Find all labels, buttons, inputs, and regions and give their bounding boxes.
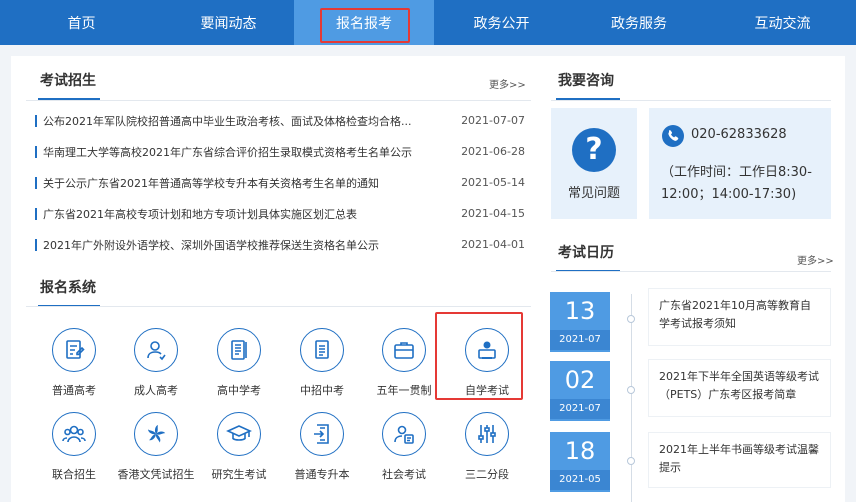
timeline-line xyxy=(631,294,632,502)
service-three-two[interactable]: 三二分段 xyxy=(446,412,528,482)
news-title[interactable]: 华南理工大学等高校2021年广东省综合评价招生录取模式资格考生名单公示 xyxy=(43,144,443,160)
service-social-exam[interactable]: 社会考试 xyxy=(363,412,445,482)
left-panel: 考试招生 更多>> 公布2021年军队院校招普通高中毕业生政治考核、面试及体格检… xyxy=(11,56,541,502)
news-title[interactable]: 公布2021年军队院校招普通高中毕业生政治考核、面试及体格检查均合格... xyxy=(43,113,443,129)
service-general-exam[interactable]: 普通高考 xyxy=(33,328,115,398)
service-five-year[interactable]: 五年一贯制 xyxy=(363,328,445,398)
phone-number: 020-62833628 xyxy=(691,127,787,142)
news-item[interactable]: 华南理工大学等高校2021年广东省综合评价招生录取模式资格考生名单公示 2021-… xyxy=(35,142,525,162)
nav-item-news[interactable]: 要闻动态 xyxy=(163,0,294,45)
upgrade-doc-icon xyxy=(300,412,344,456)
nav-item-registration[interactable]: 报名报考 xyxy=(294,0,434,45)
service-upgrade-bachelor[interactable]: 普通专升本 xyxy=(281,412,363,482)
timeline-dot xyxy=(627,315,635,323)
service-label: 普通高考 xyxy=(52,384,96,397)
news-item[interactable]: 公布2021年军队院校招普通高中毕业生政治考核、面试及体格检查均合格... 202… xyxy=(35,111,525,131)
service-label: 香港文凭试招生 xyxy=(117,468,195,481)
service-joint-admission[interactable]: 联合招生 xyxy=(33,412,115,482)
nav-label: 要闻动态 xyxy=(200,16,257,32)
service-label: 成人高考 xyxy=(134,384,178,397)
more-link[interactable]: 更多>> xyxy=(797,252,834,267)
service-label: 三二分段 xyxy=(465,468,509,481)
nav-label: 首页 xyxy=(67,16,96,32)
service-label: 中招中考 xyxy=(300,384,344,397)
timeline-dot xyxy=(627,457,635,465)
right-panel: 我要咨询 ? 常见问题 020-62833628 （工作时间：工作日8:30-1… xyxy=(541,56,845,502)
nav-label: 政务服务 xyxy=(611,16,667,32)
news-title[interactable]: 广东省2021年高校专项计划和地方专项计划具体实施区划汇总表 xyxy=(43,206,443,222)
service-label: 五年一贯制 xyxy=(376,384,432,397)
top-nav: 首页 要闻动态 报名报考 政务公开 政务服务 互动交流 xyxy=(0,0,856,45)
news-date: 2021-04-15 xyxy=(461,207,525,220)
divider xyxy=(551,100,831,101)
person-doc-icon xyxy=(382,412,426,456)
news-date: 2021-05-14 xyxy=(461,176,525,189)
nav-item-gov-service[interactable]: 政务服务 xyxy=(569,0,709,45)
calendar-date: 18 2021-05 xyxy=(550,432,610,492)
service-label: 研究生考试 xyxy=(211,468,267,481)
timeline-dot xyxy=(627,386,635,394)
service-label: 普通专升本 xyxy=(294,468,350,481)
nav-label: 政务公开 xyxy=(473,16,530,32)
more-link[interactable]: 更多>> xyxy=(489,76,526,91)
registration-title: 报名系统 xyxy=(38,277,100,307)
bauhinia-icon xyxy=(134,412,178,456)
work-hours: （工作时间：工作日8:30-12:00；14:00-17:30) xyxy=(661,165,812,202)
graduation-cap-icon xyxy=(217,412,261,456)
divider xyxy=(26,100,531,101)
faq-box[interactable]: ? 常见问题 xyxy=(551,108,637,219)
news-title[interactable]: 关于公示广东省2021年普通高等学校专升本有关资格考生名单的通知 xyxy=(43,175,443,191)
nav-item-gov-open[interactable]: 政务公开 xyxy=(434,0,569,45)
nav-item-interaction[interactable]: 互动交流 xyxy=(709,0,856,45)
calendar-event[interactable]: 2021年上半年书画等级考试温馨提示 xyxy=(648,432,831,488)
news-date: 2021-04-01 xyxy=(461,238,525,251)
calendar-event[interactable]: 广东省2021年10月高等教育自学考试报考须知 xyxy=(648,288,831,346)
calendar-title: 考试日历 xyxy=(556,242,620,272)
news-date: 2021-06-28 xyxy=(461,145,525,158)
consult-title: 我要咨询 xyxy=(556,70,620,100)
service-hs-exam[interactable]: 高中学考 xyxy=(198,328,280,398)
person-icon xyxy=(134,328,178,372)
question-icon: ? xyxy=(572,128,616,172)
phone-icon xyxy=(662,125,684,147)
sliders-icon xyxy=(465,412,509,456)
divider xyxy=(551,271,831,272)
service-adult-exam[interactable]: 成人高考 xyxy=(115,328,197,398)
phone-box: 020-62833628 （工作时间：工作日8:30-12:00；14:00-1… xyxy=(649,108,831,219)
service-label: 联合招生 xyxy=(52,468,96,481)
news-title[interactable]: 2021年广外附设外语学校、深圳外国语学校推荐保送生资格名单公示 xyxy=(43,237,443,253)
group-icon xyxy=(52,412,96,456)
nav-item-home[interactable]: 首页 xyxy=(0,0,163,45)
highlight-box xyxy=(435,312,523,400)
news-date: 2021-07-07 xyxy=(461,114,525,127)
news-item[interactable]: 广东省2021年高校专项计划和地方专项计划具体实施区划汇总表 2021-04-15 xyxy=(35,204,525,224)
notebook-icon xyxy=(217,328,261,372)
service-zhongkao[interactable]: 中招中考 xyxy=(281,328,363,398)
service-label: 社会考试 xyxy=(382,468,426,481)
nav-label: 互动交流 xyxy=(754,16,811,32)
news-item[interactable]: 关于公示广东省2021年普通高等学校专升本有关资格考生名单的通知 2021-05-… xyxy=(35,173,525,193)
exam-admission-title: 考试招生 xyxy=(38,70,100,100)
document-icon xyxy=(300,328,344,372)
faq-label: 常见问题 xyxy=(567,186,620,201)
calendar-date: 02 2021-07 xyxy=(550,361,610,421)
service-hkdse[interactable]: 香港文凭试招生 xyxy=(115,412,197,482)
calendar-date: 13 2021-07 xyxy=(550,292,610,352)
service-label: 高中学考 xyxy=(217,384,261,397)
news-item[interactable]: 2021年广外附设外语学校、深圳外国语学校推荐保送生资格名单公示 2021-04-… xyxy=(35,235,525,255)
service-graduate-exam[interactable]: 研究生考试 xyxy=(198,412,280,482)
briefcase-icon xyxy=(382,328,426,372)
highlight-box xyxy=(320,8,410,43)
divider xyxy=(26,306,531,307)
calendar-event[interactable]: 2021年下半年全国英语等级考试（PETS）广东考区报考简章 xyxy=(648,359,831,417)
exam-paper-icon xyxy=(52,328,96,372)
